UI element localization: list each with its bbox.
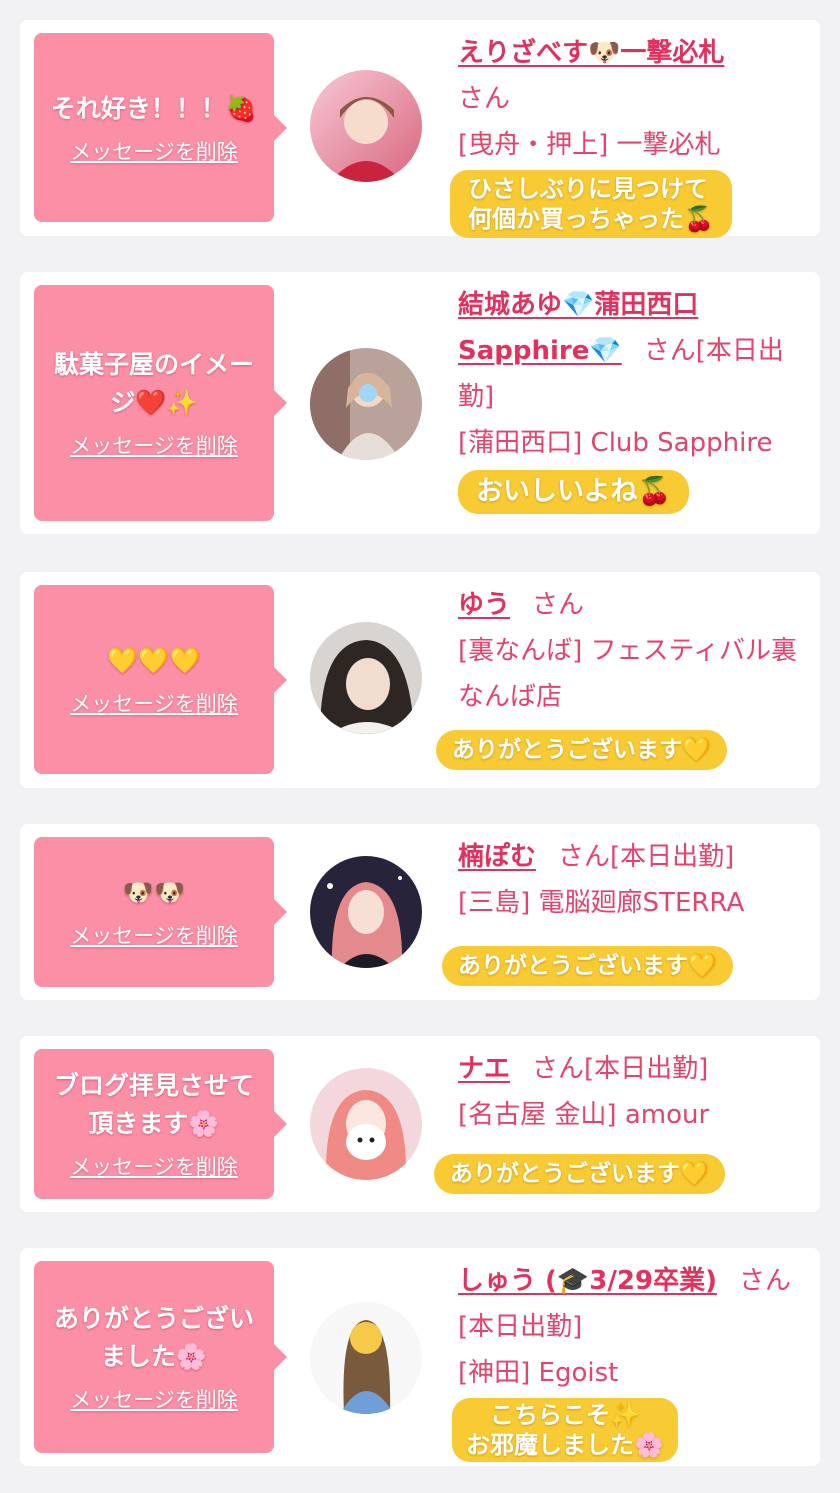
delete-message-link[interactable]: メッセージを削除 [70,1151,238,1181]
girl-info: ナエ さん[本日出勤] [名古屋 金山] amour [458,1046,810,1138]
girl-name-link[interactable]: しゅう (🎓3/29卒業) [458,1266,717,1296]
message-list: それ好き！！！🍓 メッセージを削除 えりざべす🐶一撃必札 さん [曳舟・押上] … [0,0,840,1493]
avatar[interactable] [310,1068,422,1180]
avatar[interactable] [310,1302,422,1414]
honorific: さん [643,336,696,366]
reply-badge: ありがとうございます💛 [442,946,733,986]
avatar[interactable] [310,70,422,182]
message-card: 🐶🐶 メッセージを削除 楠ぽむ さん[本日出勤] [三島] 電脳廻廊STERRA … [20,824,820,1000]
message-card: ありがとうございました🌸 メッセージを削除 しゅう (🎓3/29卒業) さん [本… [20,1248,820,1466]
message-bubble: 駄菓子屋のイメージ❤️✨ メッセージを削除 [34,285,274,521]
message-bubble: ブログ拝見させて頂きます🌸 メッセージを削除 [34,1049,274,1199]
avatar[interactable] [310,348,422,460]
message-bubble: 💛💛💛 メッセージを削除 [34,585,274,774]
work-status: [本日出勤] [458,1312,583,1342]
honorific: さん [532,1054,585,1084]
avatar[interactable] [310,622,422,734]
shop-info: [蒲田西口] Club Sapphire [458,428,773,458]
girl-info: 結城あゆ💎蒲田西口Sapphire💎 さん[本日出勤] [蒲田西口] Club S… [458,282,810,466]
message-card: 💛💛💛 メッセージを削除 ゆう さん [裏なんば] フェスティバル裏なんば店 あり… [20,572,820,788]
message-text: 💛💛💛 [107,645,201,675]
message-bubble: ありがとうございました🌸 メッセージを削除 [34,1261,274,1453]
avatar[interactable] [310,856,422,968]
shop-info: [三島] 電脳廻廊STERRA [458,888,745,918]
shop-info: [曳舟・押上] 一撃必札 [458,130,721,160]
girl-name-link[interactable]: 楠ぽむ [458,842,536,872]
delete-message-link[interactable]: メッセージを削除 [70,1384,238,1414]
message-card: それ好き！！！🍓 メッセージを削除 えりざべす🐶一撃必札 さん [曳舟・押上] … [20,20,820,238]
delete-message-link[interactable]: メッセージを削除 [70,920,238,950]
honorific: さん [738,1266,791,1296]
girl-name-link[interactable]: えりざべす🐶一撃必札 [458,38,724,68]
reply-badge: ありがとうございます💛 [436,730,727,770]
delete-message-link[interactable]: メッセージを削除 [70,688,238,718]
girl-info: 楠ぽむ さん[本日出勤] [三島] 電脳廻廊STERRA [458,834,810,926]
message-text: ブログ拝見させて頂きます🌸 [53,1071,254,1138]
shop-info: [神田] Egoist [458,1358,619,1388]
honorific: さん [532,590,585,620]
girl-info: ゆう さん [裏なんば] フェスティバル裏なんば店 [458,582,810,720]
girl-info: えりざべす🐶一撃必札 さん [曳舟・押上] 一撃必札 [458,30,810,168]
girl-info: しゅう (🎓3/29卒業) さん [本日出勤] [神田] Egoist [458,1258,810,1396]
reply-badge: ひさしぶりに見つけて 何個か買っちゃった🍒 [450,170,732,238]
message-text: ありがとうございました🌸 [53,1304,254,1371]
work-status: [本日出勤] [584,1054,709,1084]
delete-message-link[interactable]: メッセージを削除 [70,136,238,166]
message-bubble: それ好き！！！🍓 メッセージを削除 [34,33,274,222]
message-card: ブログ拝見させて頂きます🌸 メッセージを削除 ナエ さん[本日出勤] [名古屋 金… [20,1036,820,1212]
delete-message-link[interactable]: メッセージを削除 [70,430,238,460]
girl-name-link[interactable]: ゆう [458,590,510,620]
message-text: 駄菓子屋のイメージ❤️✨ [53,350,254,417]
work-status: [本日出勤] [610,842,735,872]
message-text: 🐶🐶 [122,878,186,907]
message-bubble: 🐶🐶 メッセージを削除 [34,837,274,987]
girl-name-link[interactable]: ナエ [458,1054,510,1084]
reply-badge: ありがとうございます💛 [434,1154,725,1194]
shop-info: [名古屋 金山] amour [458,1100,710,1130]
message-text: それ好き！！！🍓 [50,93,258,123]
honorific: さん [458,84,511,114]
reply-badge: おいしいよね🍒 [458,470,690,514]
honorific: さん [558,842,611,872]
shop-info: [裏なんば] フェスティバル裏なんば店 [458,636,797,712]
reply-badge: こちらこそ✨ お邪魔しました🌸 [452,1398,678,1462]
message-card: 駄菓子屋のイメージ❤️✨ メッセージを削除 結城あゆ💎蒲田西口Sapphire💎… [20,272,820,534]
